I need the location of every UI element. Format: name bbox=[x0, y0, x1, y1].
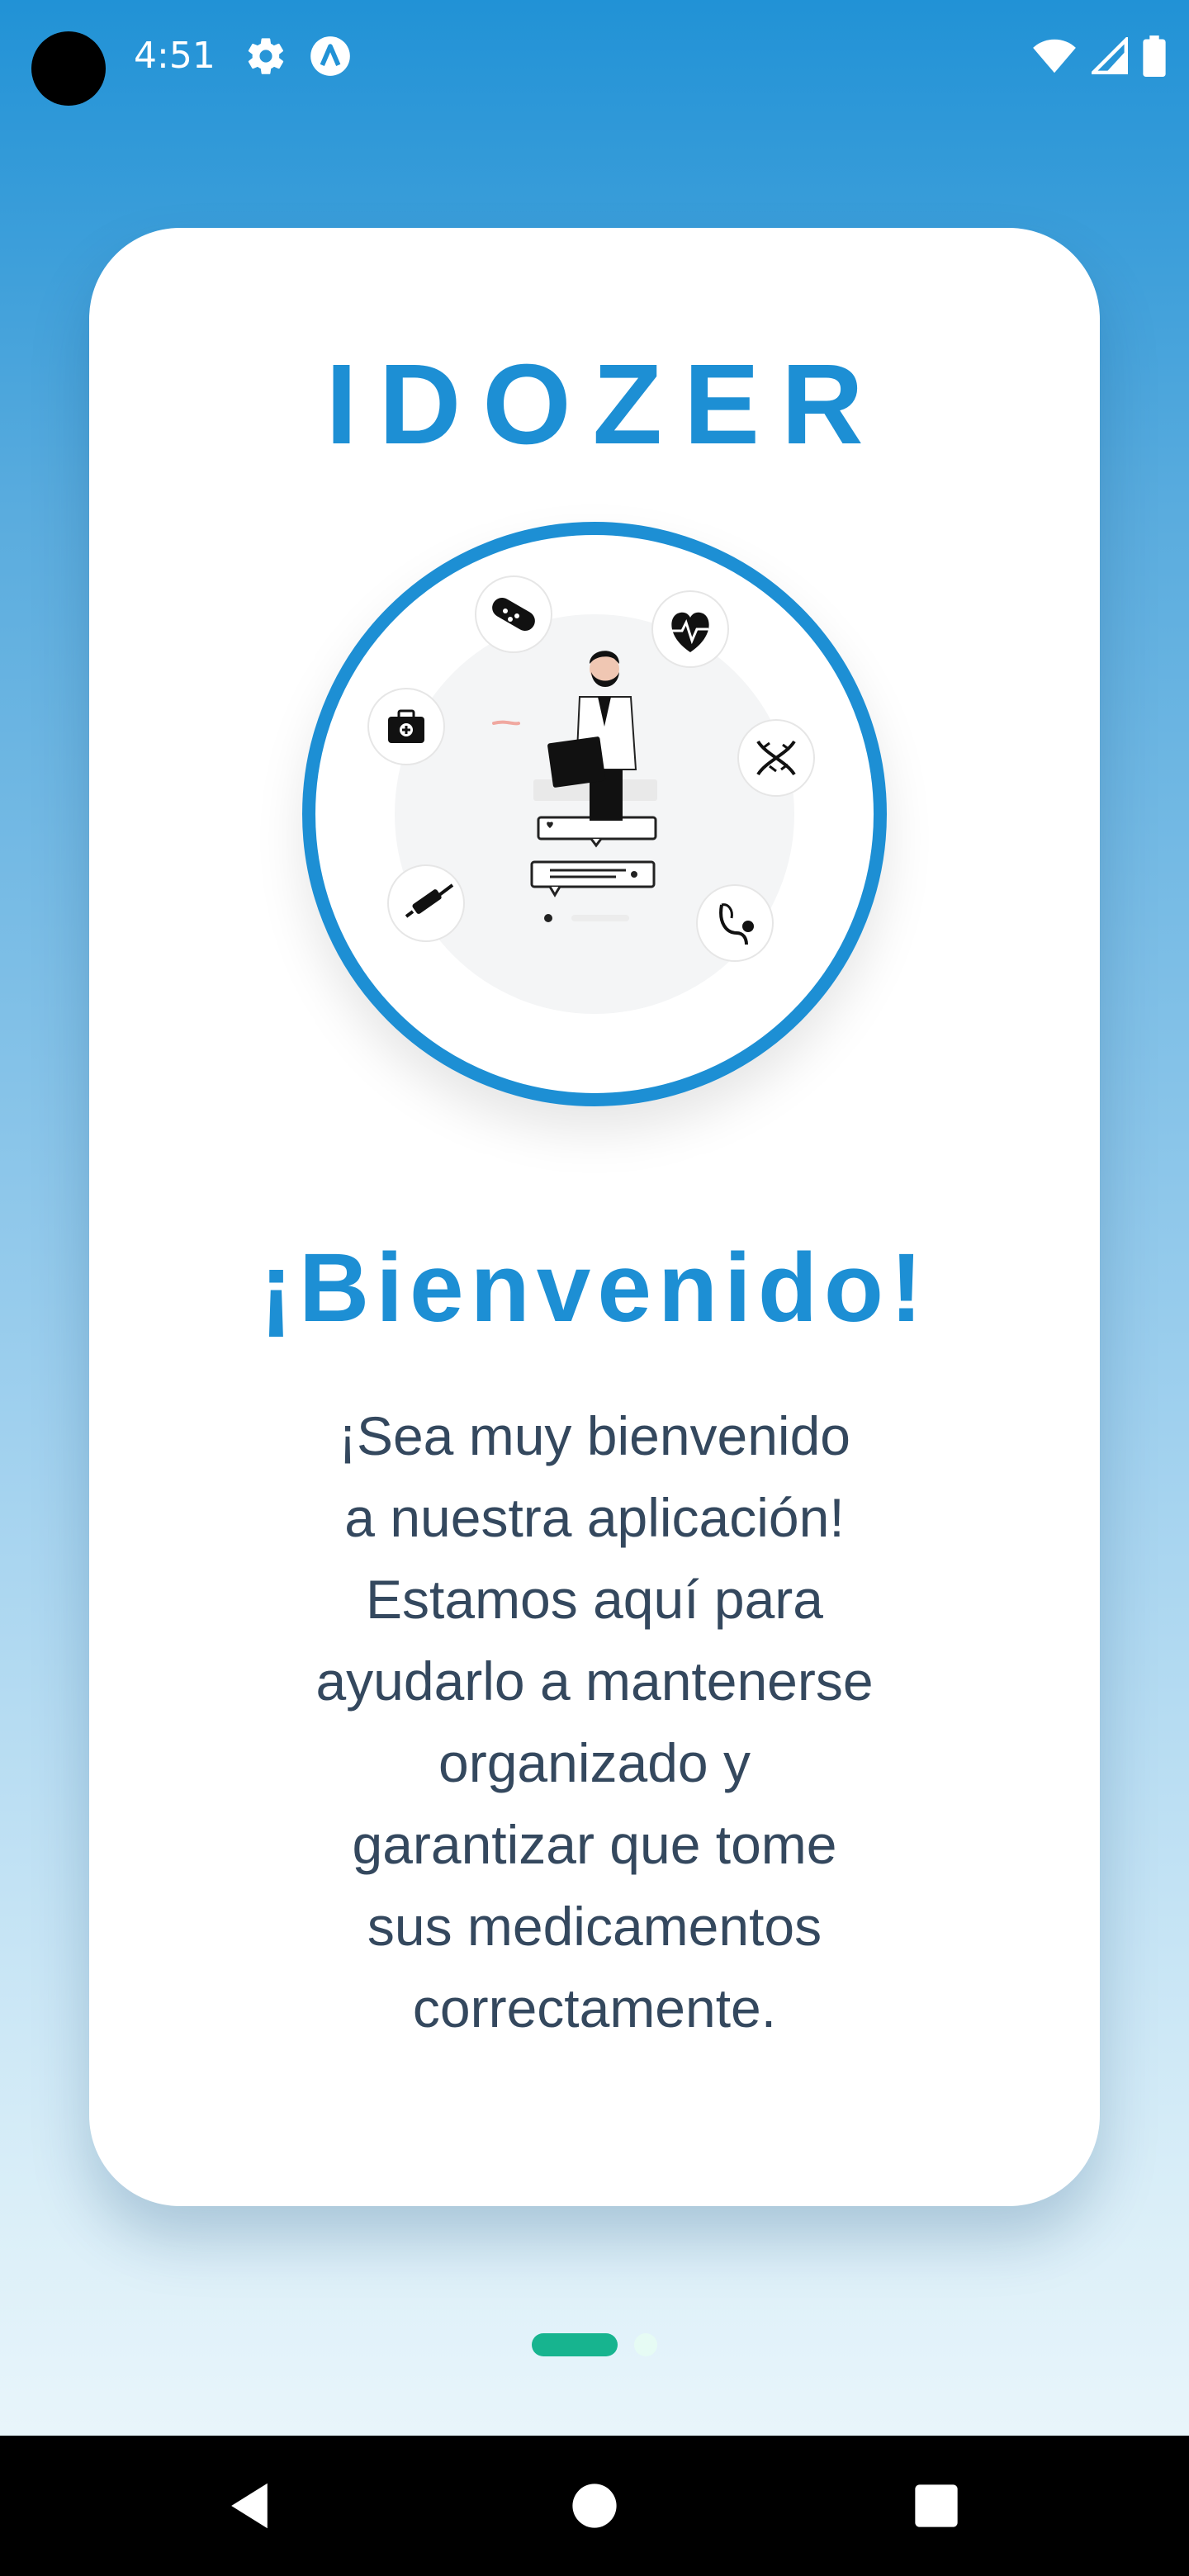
heart-rate-icon bbox=[651, 590, 729, 668]
welcome-line: correctamente. bbox=[412, 1977, 777, 2039]
page-dot-inactive[interactable] bbox=[634, 2333, 657, 2356]
welcome-message: ¡Sea muy bienvenido a nuestra aplicación… bbox=[272, 1395, 917, 2049]
recents-icon bbox=[915, 2484, 958, 2527]
welcome-line: a nuestra aplicación! bbox=[344, 1487, 845, 1548]
welcome-line: ayudarlo a mantenerse bbox=[315, 1650, 874, 1712]
recents-button[interactable] bbox=[879, 2436, 994, 2576]
settings-icon bbox=[248, 38, 284, 74]
welcome-line: organizado y bbox=[438, 1732, 751, 1793]
syringe-icon bbox=[387, 864, 465, 942]
system-nav-bar bbox=[0, 2436, 1189, 2576]
back-icon bbox=[231, 2483, 268, 2529]
home-icon bbox=[572, 2484, 617, 2528]
page-indicator bbox=[532, 2330, 664, 2363]
app-title: IDOZER bbox=[325, 341, 885, 468]
welcome-heading: ¡Bienvenido! bbox=[259, 1234, 930, 1342]
signal-icon bbox=[1092, 37, 1128, 74]
welcome-line: ¡Sea muy bienvenido bbox=[338, 1405, 851, 1466]
welcome-line: garantizar que tome bbox=[352, 1814, 837, 1875]
status-bar: 4:51 bbox=[0, 0, 1189, 116]
dna-icon bbox=[737, 719, 815, 797]
doctor-illustration bbox=[302, 522, 887, 1106]
home-button[interactable] bbox=[537, 2436, 652, 2576]
medical-kit-icon bbox=[367, 688, 445, 765]
welcome-line: Estamos aquí para bbox=[366, 1569, 823, 1630]
camera-cutout bbox=[31, 31, 106, 106]
app-notification-icon bbox=[310, 36, 350, 76]
welcome-line: sus medicamentos bbox=[367, 1896, 822, 1957]
page-dot-active[interactable] bbox=[532, 2333, 618, 2356]
battery-icon bbox=[1143, 36, 1166, 77]
stethoscope-icon bbox=[696, 884, 774, 962]
status-time: 4:51 bbox=[134, 35, 216, 77]
wifi-icon bbox=[1033, 39, 1076, 73]
back-button[interactable] bbox=[192, 2436, 307, 2576]
status-indicators bbox=[1032, 33, 1166, 79]
bandage-icon bbox=[475, 575, 552, 653]
